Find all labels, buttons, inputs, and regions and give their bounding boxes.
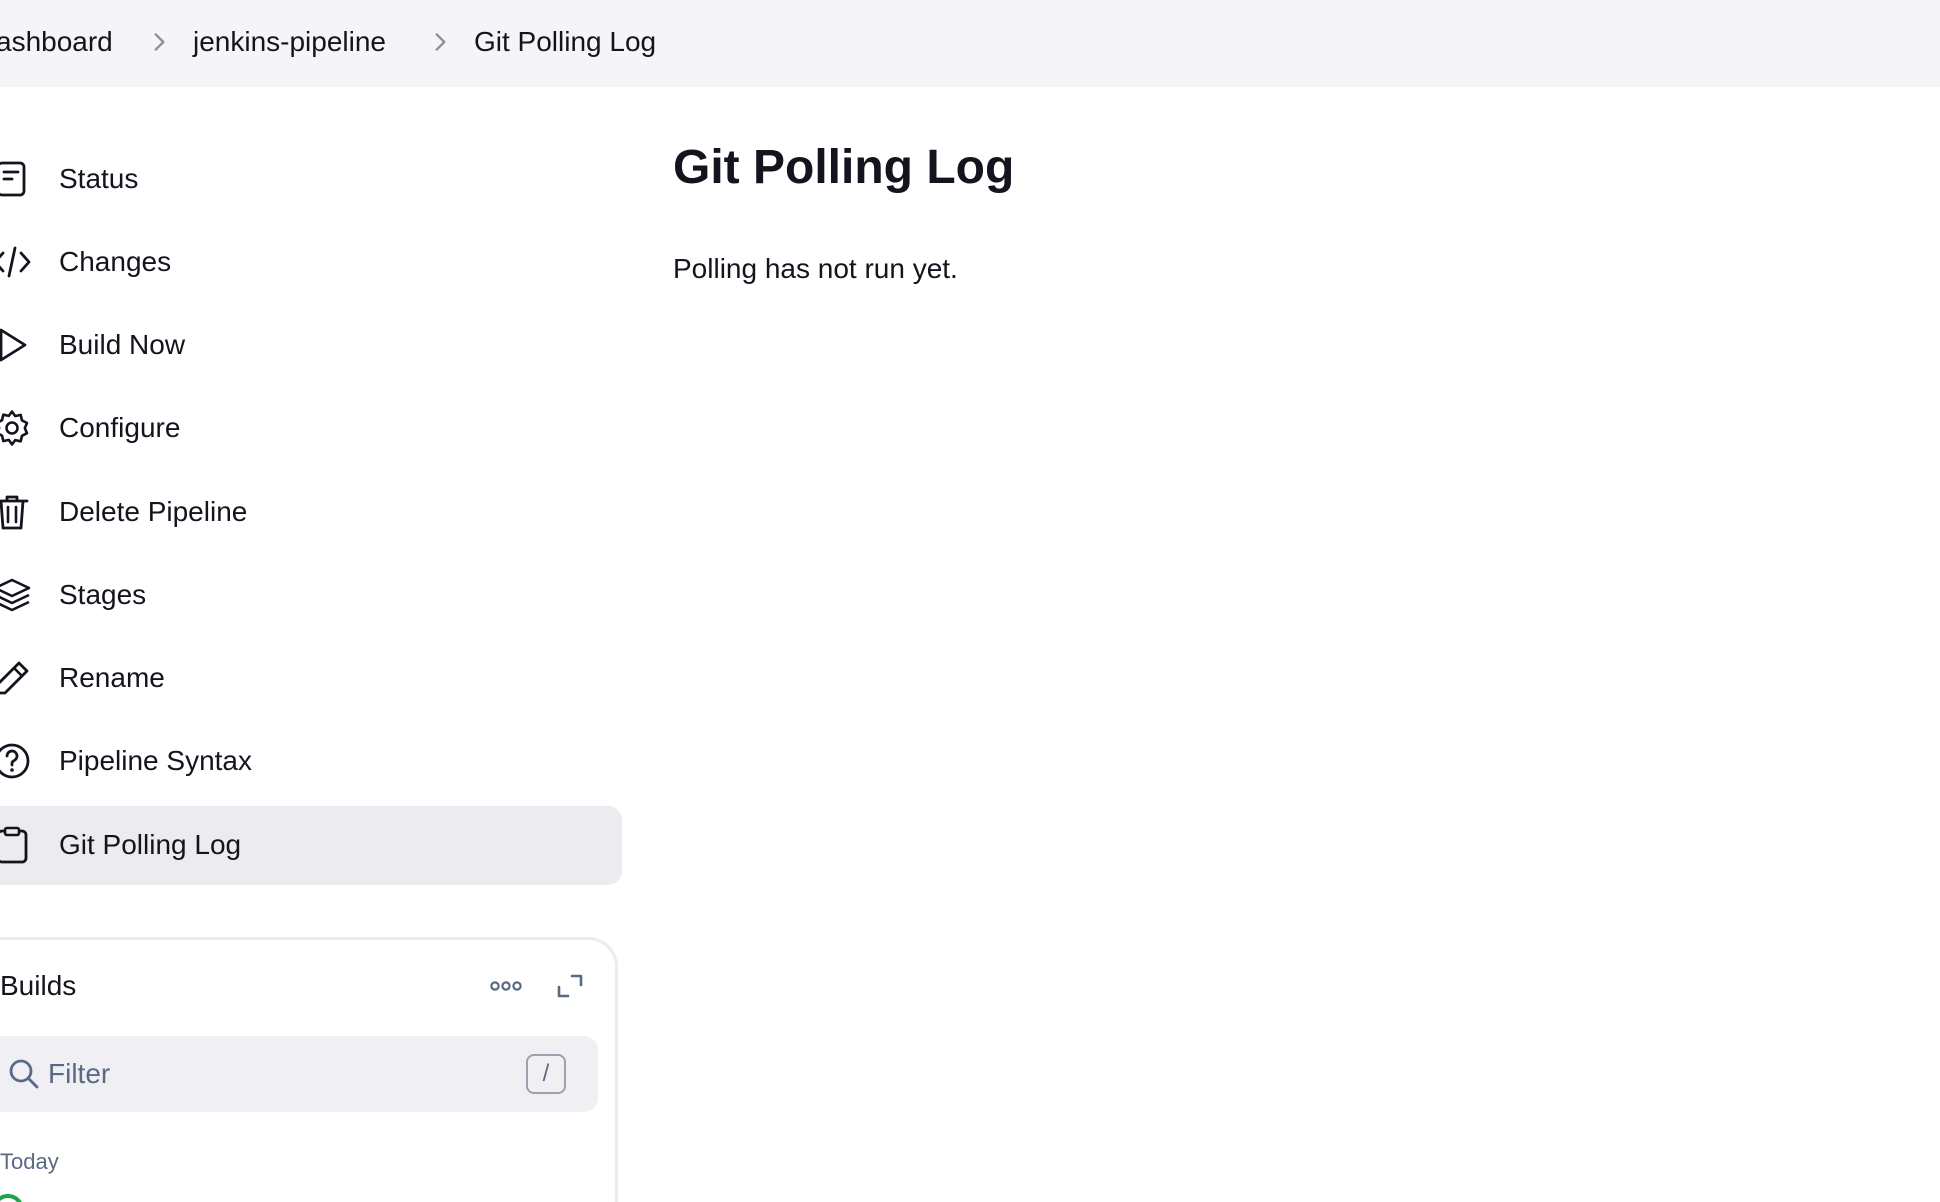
sidebar-item-delete-pipeline[interactable]: Delete Pipeline xyxy=(0,473,622,552)
builds-expand-button[interactable] xyxy=(548,964,592,1008)
builds-title: Builds xyxy=(0,970,77,1001)
more-horizontal-icon xyxy=(490,981,522,991)
sidebar-item-label: Changes xyxy=(59,246,172,277)
sidebar-item-label: Configure xyxy=(59,412,181,443)
trash-icon xyxy=(0,495,29,530)
sidebar-item-label: Status xyxy=(59,163,139,194)
sidebar-item-configure[interactable]: Configure xyxy=(0,389,622,468)
page: ashboard jenkins-pipeline Git Polling Lo… xyxy=(0,0,1940,1202)
gear-icon xyxy=(0,410,29,446)
sidebar-item-stages[interactable]: Stages xyxy=(0,556,622,635)
sidebar-item-rename[interactable]: Rename xyxy=(0,639,622,718)
expand-icon xyxy=(557,974,583,998)
builds-group-label: Today xyxy=(0,1149,59,1174)
sidebar-item-git-polling-log[interactable]: Git Polling Log xyxy=(0,806,622,885)
code-icon xyxy=(0,246,31,278)
sidebar-item-label: Build Now xyxy=(59,329,186,360)
keyboard-shortcut-hint: / xyxy=(526,1054,566,1094)
layers-icon xyxy=(0,578,31,612)
chevron-right-icon xyxy=(154,33,165,51)
breadcrumb-item-current[interactable]: Git Polling Log xyxy=(474,24,656,60)
clipboard-icon xyxy=(0,826,28,864)
sidebar-item-label: Stages xyxy=(59,579,147,610)
search-icon xyxy=(9,1059,39,1089)
sidebar-item-pipeline-syntax[interactable]: Pipeline Syntax xyxy=(0,722,622,801)
sidebar-item-label: Pipeline Syntax xyxy=(59,745,253,776)
play-icon xyxy=(0,328,27,362)
help-circle-icon xyxy=(0,743,30,779)
page-title: Git Polling Log xyxy=(673,141,1015,194)
chevron-right-icon xyxy=(435,33,446,51)
builds-more-button[interactable] xyxy=(484,964,528,1008)
sidebar-item-build-now[interactable]: Build Now xyxy=(0,306,622,385)
sidebar-item-label: Delete Pipeline xyxy=(59,496,248,527)
sidebar-item-changes[interactable]: Changes xyxy=(0,223,622,302)
breadcrumb-item-jenkins-pipeline[interactable]: jenkins-pipeline xyxy=(193,24,386,60)
document-icon xyxy=(0,161,26,197)
filter-input[interactable] xyxy=(48,1050,508,1098)
breadcrumb: ashboard jenkins-pipeline Git Polling Lo… xyxy=(0,0,1940,87)
breadcrumb-item-dashboard[interactable]: ashboard xyxy=(0,24,113,60)
sidebar-item-label: Rename xyxy=(59,662,165,693)
sidebar-item-label: Git Polling Log xyxy=(59,829,242,860)
polling-status-message: Polling has not run yet. xyxy=(673,253,958,284)
pencil-icon xyxy=(0,661,29,695)
builds-filter: / xyxy=(0,1036,598,1112)
sidebar-item-status[interactable]: Status xyxy=(0,140,622,219)
